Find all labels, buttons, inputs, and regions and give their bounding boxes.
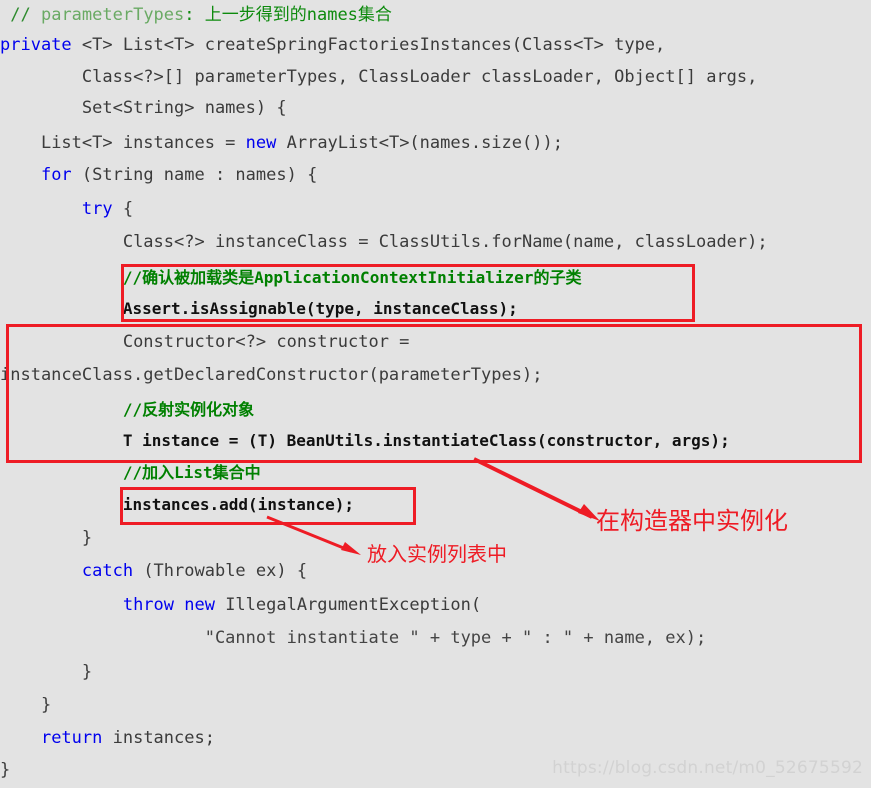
comment-confirm-subclass: //确认被加载类是ApplicationContextInitializer的子… [122,268,582,287]
code-line-11-text: Constructor<?> constructor = [122,332,410,352]
code-line-9: //确认被加载类是ApplicationContextInitializer的子… [0,262,871,293]
code-line-23-rest: instances; [102,728,215,748]
keyword-try: try [81,199,113,219]
code-line-4-text: Set<String> names) { [81,98,287,118]
code-line-21-text: } [81,662,93,682]
keyword-catch: catch [81,561,134,581]
code-line-19: throw new IllegalArgumentException( [0,590,871,621]
code-line-1-identifier: parameterTypes [40,5,185,25]
code-line-3: Class<?>[] parameterTypes, ClassLoader c… [0,62,871,93]
code-line-22-text: } [40,695,52,715]
code-line-21: } [0,657,871,688]
code-line-7: try { [0,194,871,225]
code-line-17-text: } [81,528,93,548]
keyword-new: new [245,133,277,153]
comment-reflect-instantiate: //反射实例化对象 [122,400,255,419]
code-line-5: List<T> instances = new ArrayList<T>(nam… [0,128,871,159]
code-line-2: private <T> List<T> createSpringFactorie… [0,30,871,61]
comment-add-to-list: //加入List集合中 [122,463,261,482]
code-line-20-text: "Cannot instantiate " + type + " : " + n… [204,628,707,648]
keyword-for: for [40,165,72,185]
code-line-15: //加入List集合中 [0,457,871,488]
code-line-12-text: instanceClass.getDeclaredConstructor(par… [0,365,543,385]
code-line-7-rest: { [112,199,134,219]
callout-add-label: 放入实例列表中 [367,542,507,566]
keyword-throw-new: throw new [122,595,215,615]
code-line-1: // parameterTypes: 上一步得到的names集合 [0,0,871,31]
code-line-4: Set<String> names) { [0,93,871,124]
keyword-private: private [0,35,72,55]
code-line-24-text: } [0,760,11,780]
code-line-8-text: Class<?> instanceClass = ClassUtils.forN… [122,232,768,252]
code-line-10: Assert.isAssignable(type, instanceClass)… [0,293,871,324]
code-line-20: "Cannot instantiate " + type + " : " + n… [0,623,871,654]
code-instances-add: instances.add(instance); [122,495,355,514]
code-line-18-rest: (Throwable ex) { [133,561,308,581]
code-line-1-prefix: // [10,5,41,25]
code-block: // parameterTypes: 上一步得到的names集合 private… [0,0,871,788]
code-line-6-rest: (String name : names) { [71,165,318,185]
code-line-5-a: List<T> instances = [40,133,246,153]
code-beanutils-instantiateclass: T instance = (T) BeanUtils.instantiateCl… [122,431,730,450]
code-line-2-rest: <T> List<T> createSpringFactoriesInstanc… [71,35,666,55]
callout-constructor-label: 在构造器中实例化 [596,507,788,535]
code-line-19-rest: IllegalArgumentException( [214,595,482,615]
code-line-11: Constructor<?> constructor = [0,327,871,358]
watermark-url: https://blog.csdn.net/m0_52675592 [552,758,863,778]
code-line-6: for (String name : names) { [0,160,871,191]
code-line-14: T instance = (T) BeanUtils.instantiateCl… [0,425,871,456]
code-line-12: instanceClass.getDeclaredConstructor(par… [0,360,871,391]
code-line-13: //反射实例化对象 [0,394,871,425]
code-line-5-b: ArrayList<T>(names.size()); [276,133,563,153]
code-line-22: } [0,690,871,721]
keyword-return: return [40,728,103,748]
code-line-8: Class<?> instanceClass = ClassUtils.forN… [0,227,871,258]
code-screenshot: // parameterTypes: 上一步得到的names集合 private… [0,0,871,788]
code-assert-isassignable: Assert.isAssignable(type, instanceClass)… [122,299,518,318]
code-line-1-rest: : 上一步得到的names集合 [184,5,392,25]
code-line-3-text: Class<?>[] parameterTypes, ClassLoader c… [81,67,758,87]
code-line-23: return instances; [0,723,871,754]
